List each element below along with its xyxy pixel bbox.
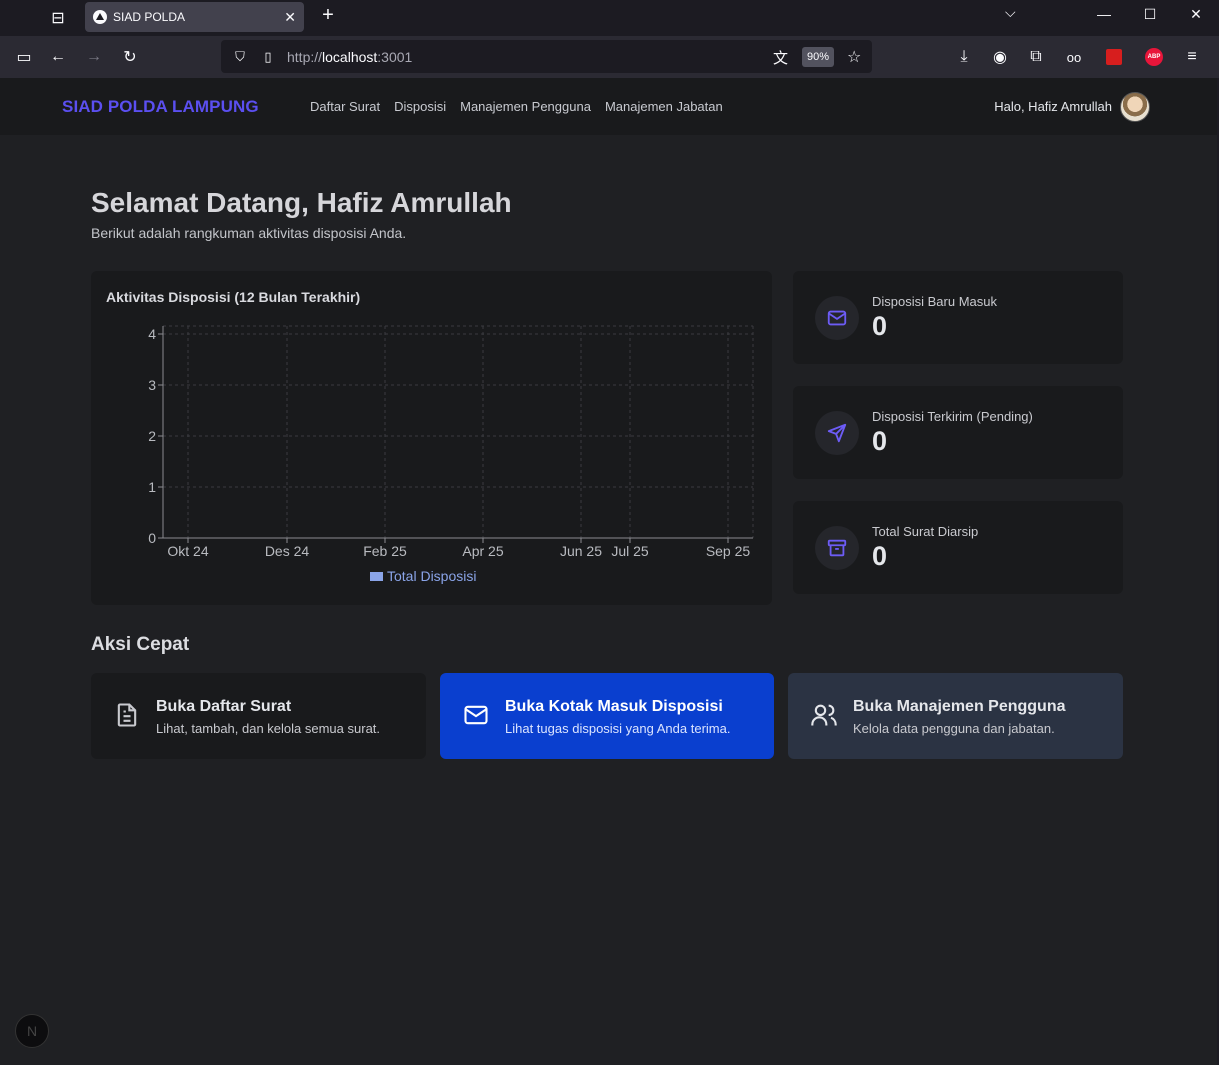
app-navbar: SIAD POLDA LAMPUNG Daftar Surat Disposis… xyxy=(0,78,1217,135)
document-icon xyxy=(117,703,137,727)
x-tick-label: Sep 25 xyxy=(706,543,751,559)
sidebar-icon[interactable]: ▭ xyxy=(12,45,36,69)
quick-action-title: Buka Kotak Masuk Disposisi xyxy=(505,698,723,715)
reload-icon[interactable]: ↻ xyxy=(118,45,142,69)
extensions-icon[interactable]: ⧉ xyxy=(1024,45,1048,69)
list-tabs-icon[interactable]: ⌵ xyxy=(1005,4,1016,21)
favicon-icon xyxy=(93,10,107,24)
tab-title: SIAD POLDA xyxy=(113,10,186,24)
page-subtitle: Berikut adalah rangkuman aktivitas dispo… xyxy=(91,225,407,241)
window-controls: — ☐ ✕ xyxy=(1081,0,1219,28)
quick-action-kotak-masuk[interactable]: Buka Kotak Masuk Disposisi Lihat tugas d… xyxy=(440,673,774,759)
menu-manajemen-pengguna[interactable]: Manajemen Pengguna xyxy=(460,99,591,114)
new-tab-icon[interactable]: + xyxy=(315,4,341,27)
quick-action-desc: Lihat tugas disposisi yang Anda terima. xyxy=(505,721,731,736)
send-icon xyxy=(815,411,859,455)
app-viewport: SIAD POLDA LAMPUNG Daftar Surat Disposis… xyxy=(0,78,1217,1065)
nextjs-dev-badge[interactable]: N xyxy=(15,1014,49,1048)
quick-action-title: Buka Daftar Surat xyxy=(156,698,292,715)
quick-action-desc: Lihat, tambah, dan kelola semua surat. xyxy=(156,721,381,736)
stat-label: Disposisi Baru Masuk xyxy=(872,294,997,309)
page-title: Selamat Datang, Hafiz Amrullah xyxy=(91,187,512,218)
extension-glasses-icon[interactable]: oo xyxy=(1062,45,1086,69)
archive-icon xyxy=(815,526,859,570)
menu-hamburger-icon[interactable]: ≡ xyxy=(1180,45,1204,69)
zoom-indicator[interactable]: 90% xyxy=(802,47,834,67)
close-window-icon[interactable]: ✕ xyxy=(1173,0,1219,28)
x-tick-label: Okt 24 xyxy=(167,543,208,559)
brand-logo[interactable]: SIAD POLDA LAMPUNG xyxy=(62,97,259,117)
stat-value: 0 xyxy=(872,311,888,341)
stat-value: 0 xyxy=(872,426,888,456)
maximize-icon[interactable]: ☐ xyxy=(1127,0,1173,28)
x-tick-label: Jul 25 xyxy=(611,543,649,559)
extension-red-icon[interactable] xyxy=(1106,49,1122,65)
translate-icon[interactable]: 文 xyxy=(773,47,788,68)
stat-card-baru-masuk: Disposisi Baru Masuk 0 xyxy=(793,271,1123,364)
disposition-chart: 0 1 2 3 4 Okt 24 Des 24 Feb 25 Apr 25 Jun 25 Jul 2… xyxy=(148,325,754,584)
stat-label: Disposisi Terkirim (Pending) xyxy=(872,409,1033,424)
y-tick-label: 2 xyxy=(148,428,156,444)
account-icon[interactable]: ◉ xyxy=(988,45,1012,69)
stat-card-terkirim: Disposisi Terkirim (Pending) 0 xyxy=(793,386,1123,479)
back-icon[interactable]: ← xyxy=(46,45,70,69)
quick-action-daftar-surat[interactable]: Buka Daftar Surat Lihat, tambah, dan kel… xyxy=(91,673,426,759)
quick-action-desc: Kelola data pengguna dan jabatan. xyxy=(853,721,1055,736)
y-tick-label: 4 xyxy=(148,326,156,342)
x-tick-label: Apr 25 xyxy=(462,543,503,559)
y-tick-label: 0 xyxy=(148,530,156,546)
user-greeting: Halo, Hafiz Amrullah xyxy=(994,99,1112,114)
mail-icon xyxy=(815,296,859,340)
page-info-icon[interactable]: ▯ xyxy=(259,49,277,65)
adblock-icon[interactable]: ABP xyxy=(1145,48,1163,66)
shield-icon[interactable]: ⛉ xyxy=(231,49,249,65)
browser-navbar: ▭ ← → ↻ ⛉ ▯ http://localhost:3001 文 ☆ ⤓ … xyxy=(0,36,1219,78)
menu-disposisi[interactable]: Disposisi xyxy=(394,99,446,114)
url-host: localhost xyxy=(322,48,378,65)
menu-daftar-surat[interactable]: Daftar Surat xyxy=(310,99,380,114)
stat-card-diarsip: Total Surat Diarsip 0 xyxy=(793,501,1123,594)
stat-label: Total Surat Diarsip xyxy=(872,524,979,539)
avatar[interactable] xyxy=(1120,92,1150,122)
quick-actions-heading: Aksi Cepat xyxy=(91,634,190,655)
main-menu: Daftar Surat Disposisi Manajemen Penggun… xyxy=(310,99,723,114)
x-tick-label: Des 24 xyxy=(265,543,310,559)
x-tick-label: Feb 25 xyxy=(363,543,407,559)
url-port: :3001 xyxy=(377,48,413,65)
downloads-icon[interactable]: ⤓ xyxy=(952,45,976,69)
x-tick-label: Jun 25 xyxy=(560,543,602,559)
browser-tabbar: ⊟ SIAD POLDA ✕ + ⌵ — ☐ ✕ xyxy=(0,0,1219,36)
minimize-icon[interactable]: — xyxy=(1081,0,1127,28)
chart-card: Aktivitas Disposisi (12 Bulan Terakhir) … xyxy=(91,271,772,605)
legend-label: Total Disposisi xyxy=(387,568,476,584)
tab-manager-icon[interactable]: ⊟ xyxy=(40,4,76,32)
url-bar[interactable]: ⛉ ▯ http://localhost:3001 文 ☆ xyxy=(221,40,872,73)
quick-action-title: Buka Manajemen Pengguna xyxy=(853,698,1066,715)
users-icon xyxy=(811,704,837,726)
bookmark-star-icon[interactable]: ☆ xyxy=(847,47,861,67)
legend-swatch xyxy=(370,572,383,581)
menu-manajemen-jabatan[interactable]: Manajemen Jabatan xyxy=(605,99,723,114)
y-tick-label: 1 xyxy=(148,479,156,495)
mail-icon xyxy=(464,705,488,725)
url-protocol: http:// xyxy=(287,48,323,65)
close-tab-icon[interactable]: ✕ xyxy=(284,9,296,26)
stat-value: 0 xyxy=(872,541,888,571)
quick-action-manajemen-pengguna[interactable]: Buka Manajemen Pengguna Kelola data peng… xyxy=(788,673,1123,759)
browser-tab[interactable]: SIAD POLDA ✕ xyxy=(85,2,304,32)
y-tick-label: 3 xyxy=(148,377,156,393)
forward-icon[interactable]: → xyxy=(82,45,106,69)
